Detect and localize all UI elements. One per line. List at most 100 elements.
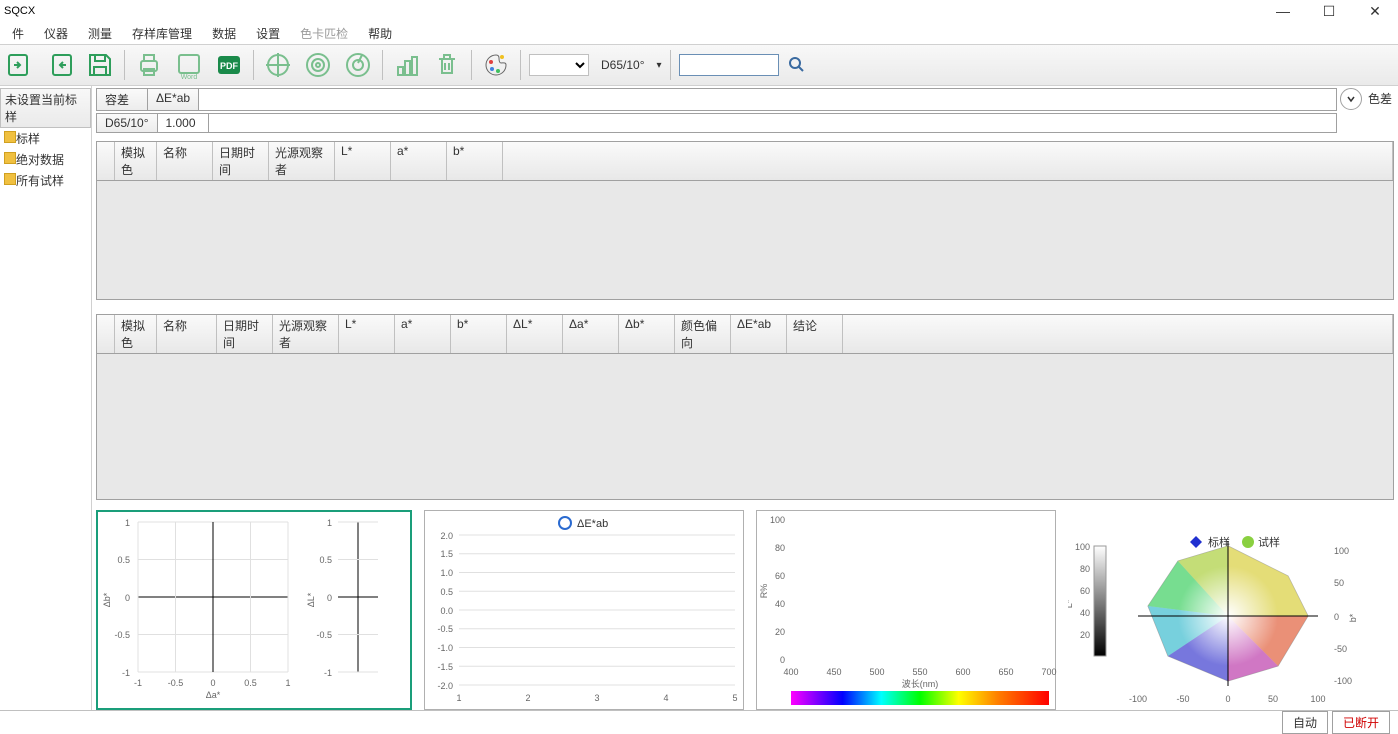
chart-deab[interactable]: ΔE*ab 2.0 1.5 [424,510,744,710]
grid2-col-a[interactable]: a* [395,315,451,353]
grid2-col-b[interactable]: b* [451,315,507,353]
svg-text:0: 0 [780,655,785,665]
standards-grid-body[interactable] [96,181,1394,300]
grid1-col-observer[interactable]: 光源观察者 [269,142,335,180]
grid2-col-l[interactable]: L* [339,315,395,353]
grid2-col-bias[interactable]: 颜色偏向 [675,315,731,353]
svg-text:100: 100 [770,515,785,525]
menu-help[interactable]: 帮助 [360,23,400,44]
menu-instrument[interactable]: 仪器 [36,23,76,44]
chart-spectral[interactable]: 100 80 60 40 20 0 R% 400 450 500 550 600 [756,510,1056,710]
save-icon[interactable] [84,49,116,81]
grid1-col-datetime[interactable]: 日期时间 [213,142,269,180]
grid2-col-name[interactable]: 名称 [157,315,217,353]
svg-text:2.0: 2.0 [440,531,453,541]
svg-text:700: 700 [1041,667,1056,677]
window-title: SQCX [4,5,35,17]
tolerance-de-value[interactable]: 1.000 [157,113,209,133]
menu-settings[interactable]: 设置 [248,23,288,44]
menu-colorcard[interactable]: 色卡匹检 [292,23,356,44]
svg-text:-1.5: -1.5 [437,662,453,672]
grid2-col-dl[interactable]: ΔL* [507,315,563,353]
grid2-col-observer[interactable]: 光源观察者 [273,315,339,353]
de-label: ΔE*ab [147,88,199,111]
svg-text:40: 40 [1080,608,1090,618]
svg-text:Δb*: Δb* [102,592,112,607]
barchart-icon[interactable] [391,49,423,81]
palette-icon[interactable] [480,49,512,81]
illuminant-label: D65/10° [597,58,649,72]
menu-data[interactable]: 数据 [204,23,244,44]
sidebar-item-standard[interactable]: 标样 [0,128,91,149]
svg-text:PDF: PDF [220,61,239,71]
menu-library[interactable]: 存样库管理 [124,23,200,44]
svg-text:40: 40 [775,599,785,609]
search-input[interactable] [679,54,779,76]
svg-text:1: 1 [125,518,130,528]
maximize-button[interactable]: ☐ [1306,0,1352,22]
svg-text:波长(nm): 波长(nm) [902,678,939,689]
grid2-col-datetime[interactable]: 日期时间 [217,315,273,353]
status-connection-button[interactable]: 已断开 [1332,711,1390,734]
svg-text:50: 50 [1334,578,1344,588]
svg-text:0: 0 [210,678,215,688]
search-icon[interactable] [787,55,807,75]
grid1-col-l[interactable]: L* [335,142,391,180]
svg-text:60: 60 [1080,586,1090,596]
export-icon[interactable] [44,49,76,81]
print-icon[interactable] [133,49,165,81]
bullseye-icon[interactable] [342,49,374,81]
sidebar-item-samples[interactable]: 所有试样 [0,170,91,191]
svg-text:5: 5 [732,693,737,703]
svg-text:60: 60 [775,571,785,581]
tolerance-illuminant[interactable]: D65/10° [96,113,158,133]
minimize-button[interactable]: — [1260,0,1306,22]
svg-text:0.5: 0.5 [440,587,453,597]
grid1-col-a[interactable]: a* [391,142,447,180]
standards-grid-header: 模拟色 名称 日期时间 光源观察者 L* a* b* [96,141,1394,181]
grid1-col-simcolor[interactable]: 模拟色 [115,142,157,180]
samples-grid-body[interactable] [96,354,1394,500]
status-auto-button[interactable]: 自动 [1282,711,1328,734]
pdf-icon[interactable]: PDF [213,49,245,81]
collapse-icon[interactable] [1340,88,1362,110]
toolbar: Word PDF D65/10° ▾ [0,44,1398,86]
close-button[interactable]: ✕ [1352,0,1398,22]
svg-text:-2.0: -2.0 [437,681,453,691]
grid1-col-b[interactable]: b* [447,142,503,180]
menubar: 件 仪器 测量 存样库管理 数据 设置 色卡匹检 帮助 [0,22,1398,44]
svg-text:0: 0 [125,593,130,603]
sidebar-item-absolute[interactable]: 绝对数据 [0,149,91,170]
svg-text:-100: -100 [1334,676,1352,686]
svg-text:Δa*: Δa* [206,690,221,700]
grid2-col-de[interactable]: ΔE*ab [731,315,787,353]
menu-file[interactable]: 件 [4,23,32,44]
svg-text:550: 550 [912,667,927,677]
color-diff-label: 色差 [1366,86,1394,111]
trash-icon[interactable] [431,49,463,81]
import-icon[interactable] [4,49,36,81]
svg-text:80: 80 [775,543,785,553]
svg-text:2: 2 [525,693,530,703]
grid1-col-name[interactable]: 名称 [157,142,213,180]
svg-text:0: 0 [1334,612,1339,622]
svg-text:1: 1 [285,678,290,688]
target-icon[interactable] [262,49,294,81]
grid2-col-db[interactable]: Δb* [619,315,675,353]
grid2-col-simcolor[interactable]: 模拟色 [115,315,157,353]
tolerance-empty2 [208,113,1337,133]
grid2-col-result[interactable]: 结论 [787,315,843,353]
svg-text:80: 80 [1080,564,1090,574]
toolbar-select-1[interactable] [529,54,589,76]
svg-text:4: 4 [663,693,668,703]
svg-text:-0.5: -0.5 [316,630,332,640]
grid2-col-da[interactable]: Δa* [563,315,619,353]
disc-icon[interactable] [302,49,334,81]
dropdown-caret-icon[interactable]: ▾ [657,60,662,71]
tolerance-empty [198,88,1337,111]
menu-measure[interactable]: 测量 [80,23,120,44]
chart-dab-dl[interactable]: 1 0.5 0 -0.5 -1 -1 -0.5 0 0.5 1 Δa* Δb* [96,510,412,710]
chart-lab-gamut[interactable]: 标样 试样 100 80 60 40 20 L* [1068,510,1358,710]
word-icon[interactable]: Word [173,49,205,81]
svg-text:-1: -1 [324,668,332,678]
